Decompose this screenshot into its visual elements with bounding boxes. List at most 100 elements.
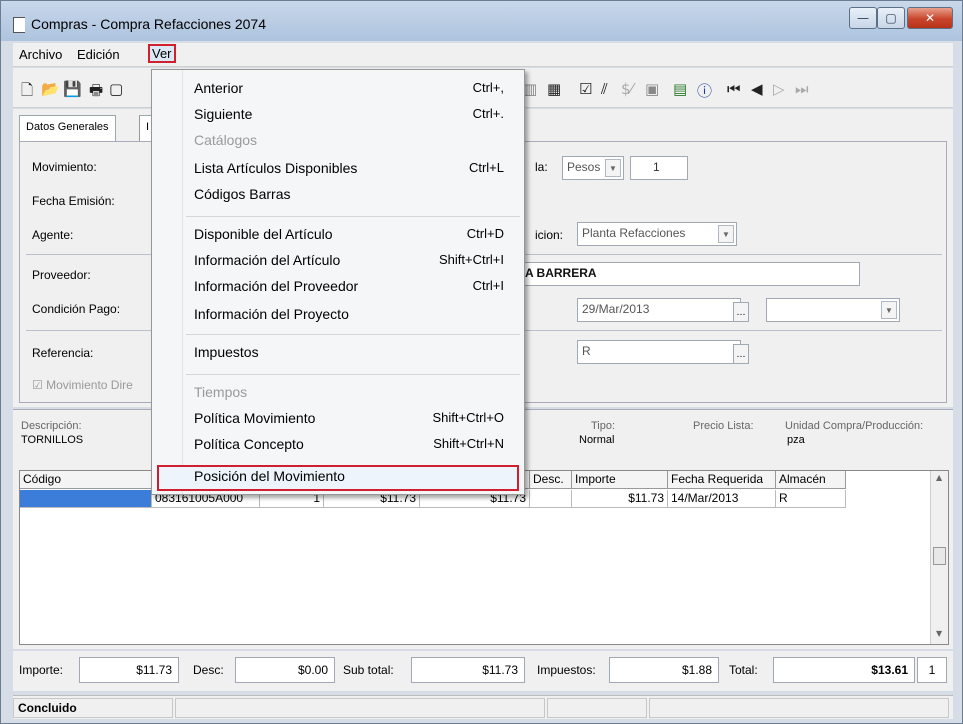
menu-item-politica-concepto[interactable]: Política Concepto <box>194 436 304 458</box>
fecha-picker-button[interactable]: … <box>733 302 749 322</box>
menu-item-siguiente[interactable]: Siguiente <box>194 106 252 128</box>
document-icon <box>13 17 25 33</box>
col-almacen[interactable]: Almacén <box>776 471 846 489</box>
menu-edicion[interactable]: Edición <box>77 47 120 62</box>
descripcion-value: TORNILLOS <box>21 434 84 446</box>
grid-scrollbar[interactable]: ▲ ▼ <box>930 471 948 644</box>
menu-item-info-articulo[interactable]: Información del Artículo <box>194 252 340 274</box>
window-title: Compras - Compra Refacciones 2074 <box>31 16 266 32</box>
proveedor-name-field: A BARRERA <box>520 262 860 286</box>
scroll-down-icon[interactable]: ▼ <box>936 629 942 638</box>
shortcut-politica-movimiento: Shift+Ctrl+O <box>432 410 504 425</box>
almacen-value: Planta Refacciones <box>582 226 686 240</box>
info-icon[interactable]: ⓘ <box>697 80 712 101</box>
menu-item-anterior[interactable]: Anterior <box>194 80 243 102</box>
menu-item-tiempos: Tiempos <box>194 384 248 400</box>
shortcut-disponible-articulo: Ctrl+D <box>466 226 504 241</box>
tipo-value: Normal <box>579 434 615 446</box>
shortcut-lista-articulos: Ctrl+L <box>468 160 504 175</box>
menu-item-lista-articulos[interactable]: Lista Artículos Disponibles <box>194 160 357 182</box>
minimize-button[interactable]: — <box>849 7 877 29</box>
print-icon[interactable]: 🖶 <box>89 80 103 105</box>
col-importe[interactable]: Importe <box>572 471 668 489</box>
movimiento-directo-checkbox[interactable]: ☑ Movimiento Dire <box>32 378 133 392</box>
menu-item-impuestos[interactable]: Impuestos <box>194 344 259 366</box>
referencia-field[interactable]: R <box>577 340 741 364</box>
tipo-label: Tipo: <box>591 420 616 432</box>
menu-item-info-proyecto[interactable]: Información del Proyecto <box>194 306 349 328</box>
totals-bar: Importe: $11.73 Desc: $0.00 Sub total: $… <box>13 651 953 691</box>
condicion-select[interactable]: ▼ <box>766 298 900 322</box>
moneda-select[interactable]: Pesos ▼ <box>562 156 624 180</box>
col-desc[interactable]: Desc. <box>530 471 572 489</box>
last-record-icon[interactable]: ⏭ <box>795 80 809 98</box>
menu-item-posicion-movimiento[interactable]: Posición del Movimiento <box>194 468 345 490</box>
condicion-pago-label: Condición Pago: <box>32 302 121 316</box>
shortcut-politica-concepto: Shift+Ctrl+N <box>433 436 504 451</box>
col-fecha-requerida[interactable]: Fecha Requerida <box>668 471 776 489</box>
subtotal-label: Sub total: <box>343 663 394 677</box>
scroll-up-icon[interactable]: ▲ <box>936 473 942 482</box>
cell-fecha-requerida[interactable]: 14/Mar/2013 <box>668 490 776 508</box>
calculator-icon[interactable]: ▣ <box>645 80 659 98</box>
menu-item-codigos-barras[interactable]: Códigos Barras <box>194 186 291 208</box>
impuestos-field: $1.88 <box>609 657 719 683</box>
referencia-label: Referencia: <box>32 346 94 360</box>
cell-desc[interactable] <box>530 490 572 508</box>
chevron-down-icon: ▼ <box>881 301 897 319</box>
scroll-thumb[interactable] <box>933 547 946 565</box>
open-folder-icon[interactable]: 📂 <box>41 80 60 98</box>
new-document-icon[interactable]: 🗋 <box>21 80 33 105</box>
menu-item-info-proveedor[interactable]: Información del Proveedor <box>194 278 358 300</box>
menu-item-politica-movimiento[interactable]: Política Movimiento <box>194 410 315 432</box>
menu-bar: Archivo Edición Ver <box>13 43 953 67</box>
almacen-label: icion: <box>535 228 564 242</box>
almacen-select[interactable]: Planta Refacciones ▼ <box>577 222 737 246</box>
desc-total-field: $0.00 <box>235 657 335 683</box>
app-window: Compras - Compra Refacciones 2074 — ▢ ✕ … <box>0 0 963 724</box>
previous-record-icon[interactable]: ◀ <box>751 80 763 98</box>
currency-icon[interactable]: $⁄ <box>621 80 633 98</box>
image-icon[interactable]: ▤ <box>673 80 687 98</box>
proveedor-label: Proveedor: <box>32 268 91 282</box>
items-grid[interactable]: Código Desc. Importe Fecha Requerida Alm… <box>19 470 949 645</box>
grid-icon[interactable]: ▦ <box>547 80 561 98</box>
movimiento-label: Movimiento: <box>32 160 97 174</box>
moneda-label: la: <box>535 160 548 174</box>
menu-item-disponible-articulo[interactable]: Disponible del Artículo <box>194 226 333 248</box>
menu-separator <box>186 216 520 217</box>
next-record-icon[interactable]: ▷ <box>773 80 785 98</box>
cell-importe[interactable]: $11.73 <box>572 490 668 508</box>
preview-icon[interactable]: ▢ <box>109 80 123 98</box>
tipo-cambio-field[interactable]: 1 <box>630 156 688 180</box>
status-text: Concluido <box>13 698 173 718</box>
agente-label: Agente: <box>32 228 74 242</box>
fecha-field[interactable]: 29/Mar/2013 <box>577 298 741 322</box>
unidad-label: Unidad Compra/Producción: <box>785 420 924 432</box>
maximize-button[interactable]: ▢ <box>877 7 905 29</box>
first-record-icon[interactable]: ⏮ <box>727 80 741 98</box>
count-field: 1 <box>917 657 947 683</box>
descripcion-label: Descripción: <box>21 420 82 432</box>
menu-separator <box>186 374 520 375</box>
checklist-icon[interactable]: ☑ <box>579 80 592 98</box>
referencia-lookup-button[interactable]: … <box>733 344 749 364</box>
close-button[interactable]: ✕ <box>907 7 953 29</box>
barcode-icon[interactable]: ▥ <box>523 80 537 98</box>
save-icon[interactable]: 💾 <box>63 80 82 98</box>
precio-lista-label: Precio Lista: <box>693 420 754 432</box>
menu-archivo[interactable]: Archivo <box>19 47 62 62</box>
importe-total-field: $11.73 <box>79 657 179 683</box>
attachment-icon[interactable]: ⫽ <box>601 80 608 98</box>
tab-datos-generales[interactable]: Datos Generales <box>19 115 116 141</box>
status-cell-3 <box>547 698 647 718</box>
menu-ver[interactable]: Ver <box>148 44 176 63</box>
col-codigo[interactable]: Código <box>20 471 152 489</box>
cell-almacen[interactable]: R <box>776 490 846 508</box>
shortcut-siguiente: Ctrl+. <box>472 106 504 121</box>
shortcut-anterior: Ctrl+, <box>472 80 504 95</box>
total-label: Total: <box>729 663 758 677</box>
menu-item-catalogos: Catálogos <box>194 132 258 148</box>
desc-label: Desc: <box>193 663 224 677</box>
cell-codigo-selected[interactable] <box>20 490 152 508</box>
